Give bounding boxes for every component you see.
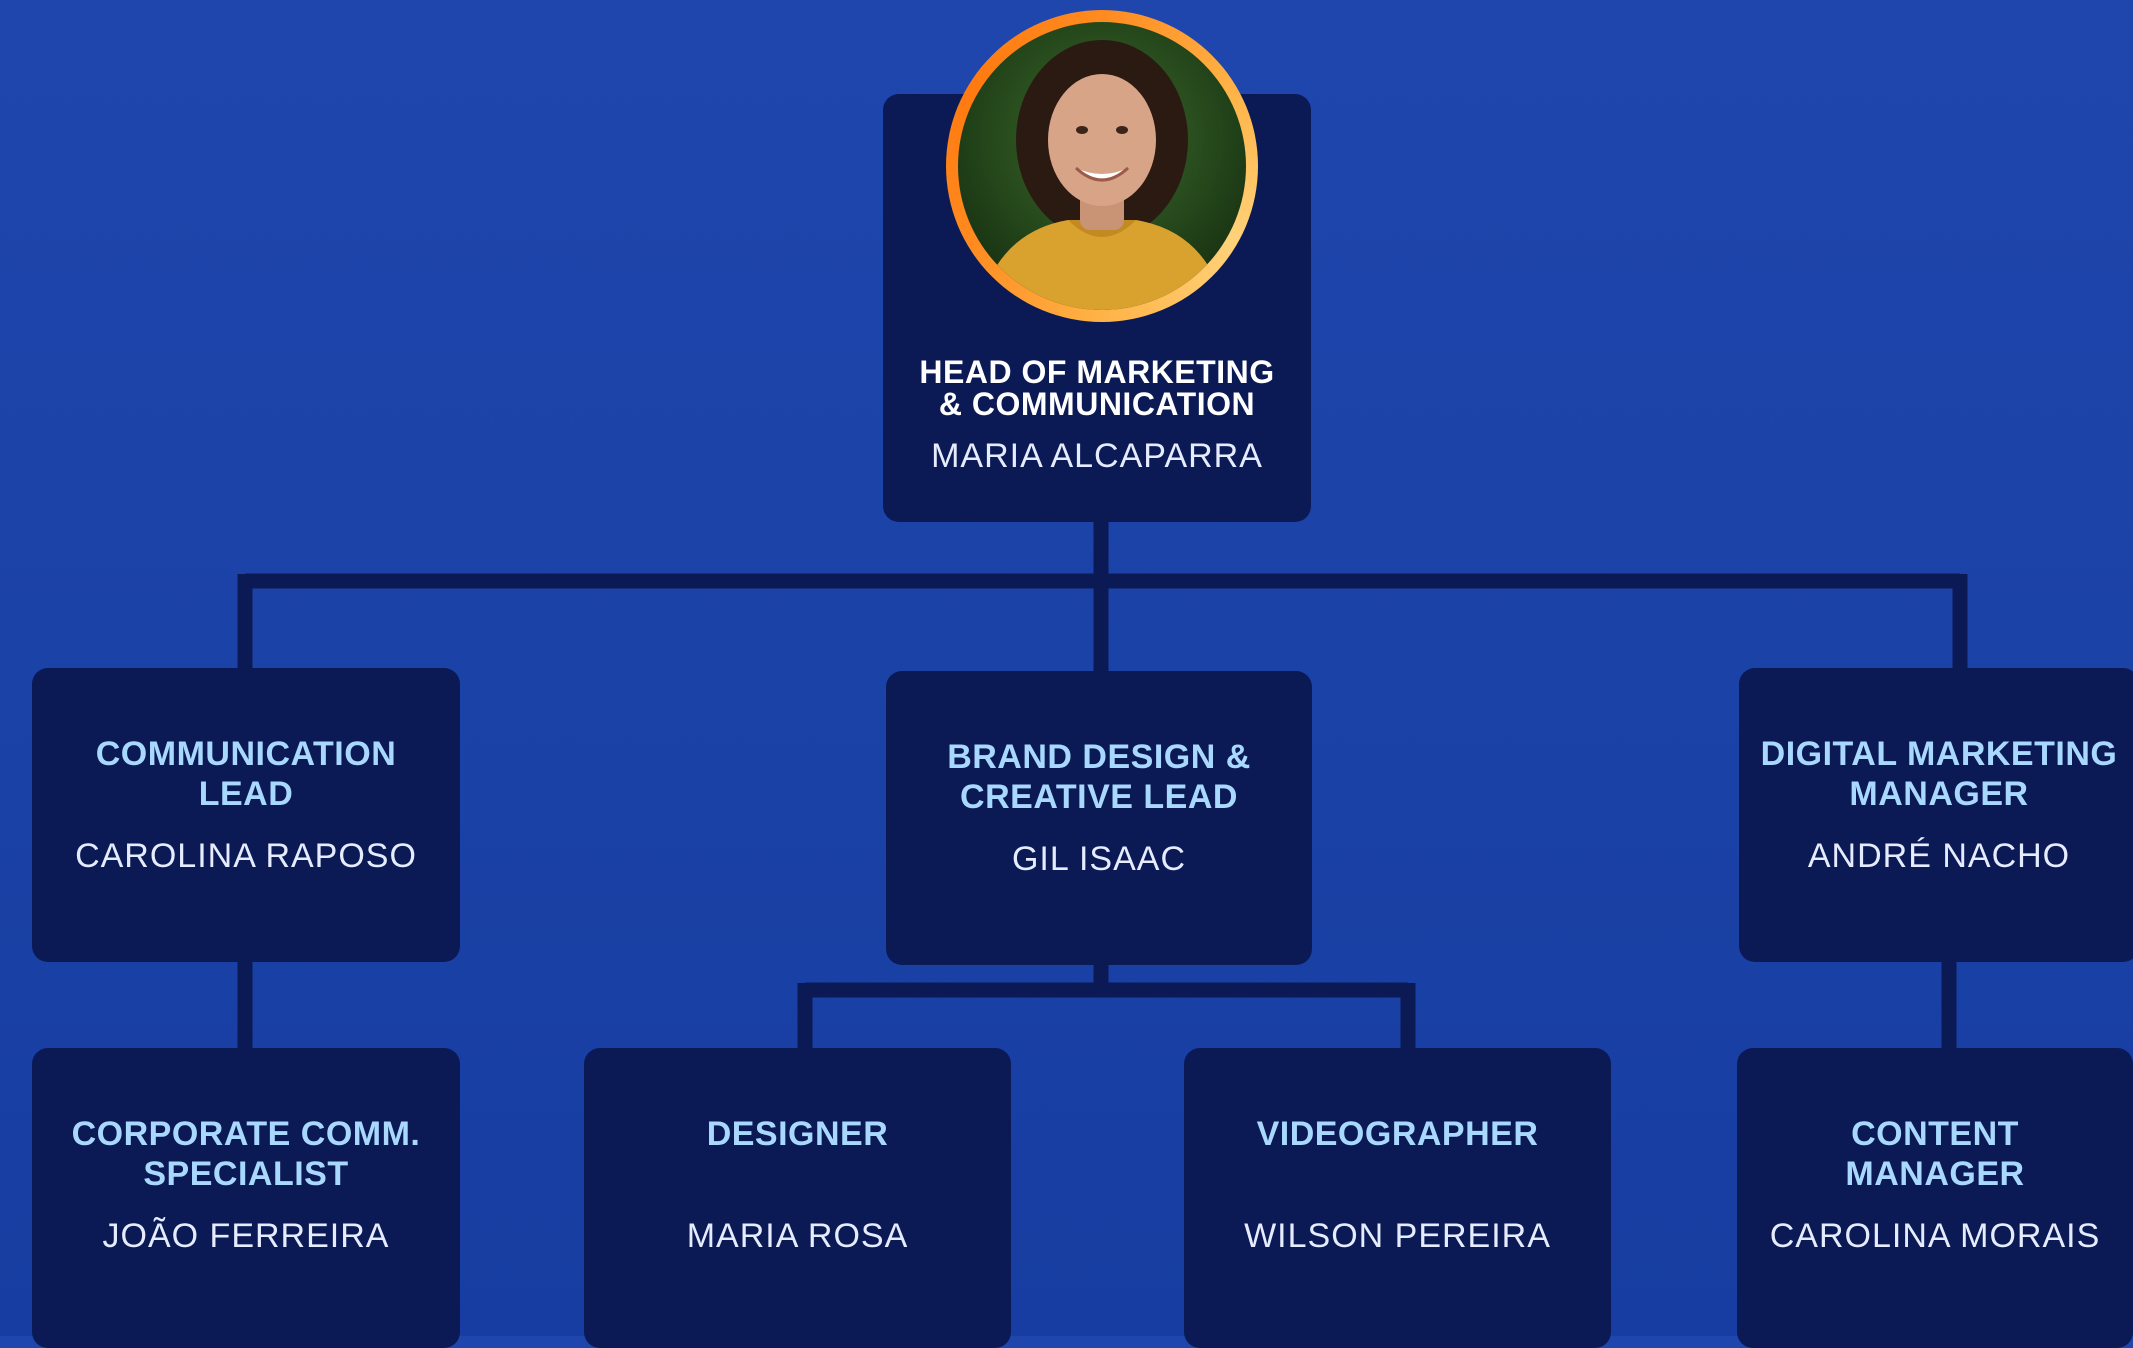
- head-name: MARIA ALCAPARRA: [931, 437, 1263, 475]
- person-name: JOÃO FERREIRA: [102, 1217, 390, 1255]
- person-name: CAROLINA RAPOSO: [75, 837, 417, 875]
- head-title: HEAD OF MARKETING & COMMUNICATION: [919, 354, 1275, 422]
- card-designer: DESIGNER MARIA ROSA: [584, 1048, 1011, 1348]
- card-digital-marketing-manager: DIGITAL MARKETING MANAGER ANDRÉ NACHO: [1739, 668, 2133, 962]
- role-title: DIGITAL MARKETING MANAGER: [1760, 735, 2118, 813]
- card-brand-design-lead: BRAND DESIGN & CREATIVE LEAD GIL ISAAC: [886, 671, 1312, 965]
- portrait-photo: [958, 22, 1246, 310]
- role-title: CONTENT MANAGER: [1845, 1115, 2025, 1193]
- person-name: CAROLINA MORAIS: [1769, 1217, 2101, 1255]
- role-title: BRAND DESIGN & CREATIVE LEAD: [947, 738, 1251, 816]
- person-name: ANDRÉ NACHO: [1807, 837, 2071, 875]
- card-corporate-comm-specialist: CORPORATE COMM. SPECIALIST JOÃO FERREIRA: [32, 1048, 460, 1348]
- card-communication-lead: COMMUNICATION LEAD CAROLINA RAPOSO: [32, 668, 460, 962]
- person-name: WILSON PEREIRA: [1244, 1217, 1551, 1255]
- card-videographer: VIDEOGRAPHER WILSON PEREIRA: [1184, 1048, 1611, 1348]
- person-name: GIL ISAAC: [1011, 840, 1187, 878]
- role-title: COMMUNICATION LEAD: [95, 735, 397, 813]
- person-name: MARIA ROSA: [686, 1217, 909, 1255]
- card-content-manager: CONTENT MANAGER CAROLINA MORAIS: [1737, 1048, 2133, 1348]
- role-title: VIDEOGRAPHER: [1256, 1115, 1539, 1153]
- avatar: [946, 10, 1258, 322]
- role-title: CORPORATE COMM. SPECIALIST: [71, 1115, 421, 1193]
- role-title: DESIGNER: [706, 1115, 889, 1153]
